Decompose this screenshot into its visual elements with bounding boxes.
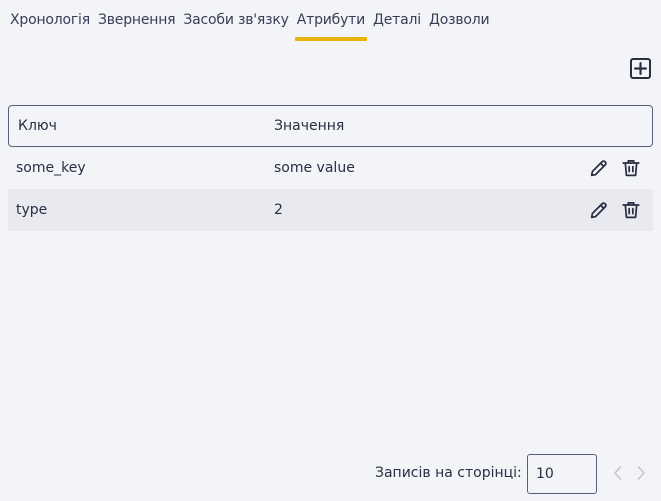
attributes-table: Ключ Значення some_key some value type 2 <box>8 105 653 231</box>
row-key: some_key <box>16 160 86 176</box>
column-header-key: Ключ <box>18 118 57 134</box>
row-value: 2 <box>274 202 283 218</box>
attributes-page: Хронологія Звернення Засоби зв'язку Атри… <box>0 0 661 501</box>
tab-attributes[interactable]: Атрибути <box>294 10 368 42</box>
rows-per-page-label: Записів на сторінці: <box>375 465 522 481</box>
table-header: Ключ Значення <box>8 105 653 147</box>
trash-icon[interactable] <box>620 157 642 179</box>
tab-bar: Хронологія Звернення Засоби зв'язку Атри… <box>10 10 497 42</box>
pencil-icon[interactable] <box>588 199 610 221</box>
tab-requests[interactable]: Звернення <box>98 10 176 42</box>
tab-details[interactable]: Деталі <box>373 10 421 42</box>
row-actions <box>588 199 642 221</box>
table-row: some_key some value <box>8 147 653 189</box>
rows-per-page-value: 10 <box>536 466 554 482</box>
row-value: some value <box>274 160 355 176</box>
chevron-right-icon[interactable] <box>634 464 648 482</box>
add-attribute-button[interactable] <box>630 58 651 79</box>
row-key: type <box>16 202 48 218</box>
pencil-icon[interactable] <box>588 157 610 179</box>
row-actions <box>588 157 642 179</box>
tab-permissions[interactable]: Дозволи <box>429 10 490 42</box>
tab-contacts[interactable]: Засоби зв'язку <box>183 10 289 42</box>
table-row: type 2 <box>8 189 653 231</box>
plus-icon <box>634 62 647 75</box>
column-header-value: Значення <box>274 118 345 134</box>
tab-chronology[interactable]: Хронологія <box>10 10 90 42</box>
rows-per-page-select[interactable]: 10 <box>527 454 597 494</box>
chevron-left-icon[interactable] <box>611 464 625 482</box>
trash-icon[interactable] <box>620 199 642 221</box>
